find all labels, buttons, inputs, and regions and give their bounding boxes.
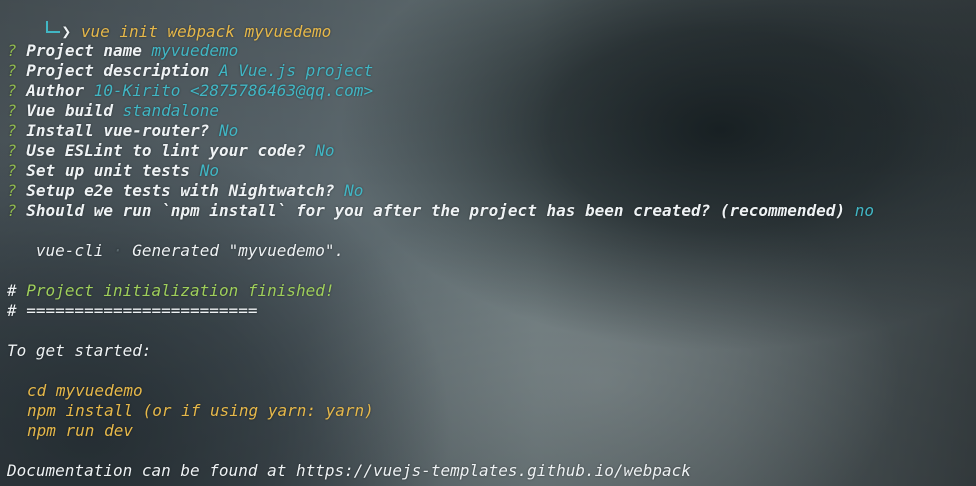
question-icon: ? [7,101,17,120]
prompt-label: Vue build [26,101,113,120]
generated-message: Generated "myvuedemo". [132,241,345,260]
prompt-line-author: ? Author 10-Kirito <2875786463@qq.com> [7,81,373,101]
question-icon: ? [7,201,17,220]
prompt-line-project-description: ? Project description A Vue.js project [7,61,373,81]
prompt-answer: No [344,181,364,200]
prompt-label: Install vue-router? [26,121,210,140]
generated-line: vue-cli · Generated "myvuedemo". [7,241,344,261]
separator-dot: · [112,241,123,260]
generator-tool: vue-cli [35,241,104,260]
prompt-line-e2e-tests: ? Setup e2e tests with Nightwatch? No [7,181,363,201]
prompt-label: Author [26,81,85,100]
question-icon: ? [7,161,17,180]
prompt-answer: A Vue.js project [218,61,374,80]
prompt-answer: No [218,121,239,140]
prompt-answer: No [199,161,219,180]
prompt-answer: no [854,201,874,220]
command-line: ❯ vue init webpack myvuedemo [7,1,331,41]
prompt-label: Project name [26,41,142,60]
init-finished-line: # Project initialization finished! [7,281,335,301]
documentation-line: Documentation can be found at https://vu… [7,461,691,480]
prompt-label: Setup e2e tests with Nightwatch? [26,181,335,200]
prompt-label: Project description [26,61,210,80]
terminal-output[interactable]: ❯ vue init webpack myvuedemo ? Project n… [7,0,976,486]
command-cd: cd myvuedemo [27,381,143,400]
get-started-heading: To get started: [7,341,152,360]
question-icon: ? [7,121,17,140]
question-icon: ? [7,181,17,200]
command-npm-run-dev: npm run dev [27,421,133,440]
prompt-corner-icon [45,21,60,33]
rule-line: # ======================== [7,301,258,320]
question-icon: ? [7,61,17,80]
prompt-line-project-name: ? Project name myvuedemo [7,41,238,61]
prompt-line-vue-router: ? Install vue-router? No [7,121,238,141]
prompt-label: Set up unit tests [26,161,191,180]
prompt-line-unit-tests: ? Set up unit tests No [7,161,219,181]
prompt-label: Use ESLint to lint your code? [26,141,306,160]
init-finished-text: Project initialization finished! [26,281,335,300]
prompt-chevron-icon: ❯ [61,22,72,41]
prompt-line-eslint: ? Use ESLint to lint your code? No [7,141,335,161]
command-text: vue init webpack myvuedemo [80,22,332,41]
hash-symbol: # [7,281,17,300]
prompt-answer: 10-Kirito <2875786463@qq.com> [93,81,374,100]
question-icon: ? [7,41,17,60]
prompt-line-vue-build: ? Vue build standalone [7,101,219,121]
prompt-answer: No [315,141,335,160]
prompt-line-npm-install: ? Should we run `npm install` for you af… [7,201,874,221]
prompt-answer: myvuedemo [151,41,239,60]
prompt-answer: standalone [122,101,219,120]
question-icon: ? [7,81,17,100]
question-icon: ? [7,141,17,160]
prompt-label: Should we run `npm install` for you afte… [26,201,846,220]
command-npm-install: npm install (or if using yarn: yarn) [27,401,374,420]
